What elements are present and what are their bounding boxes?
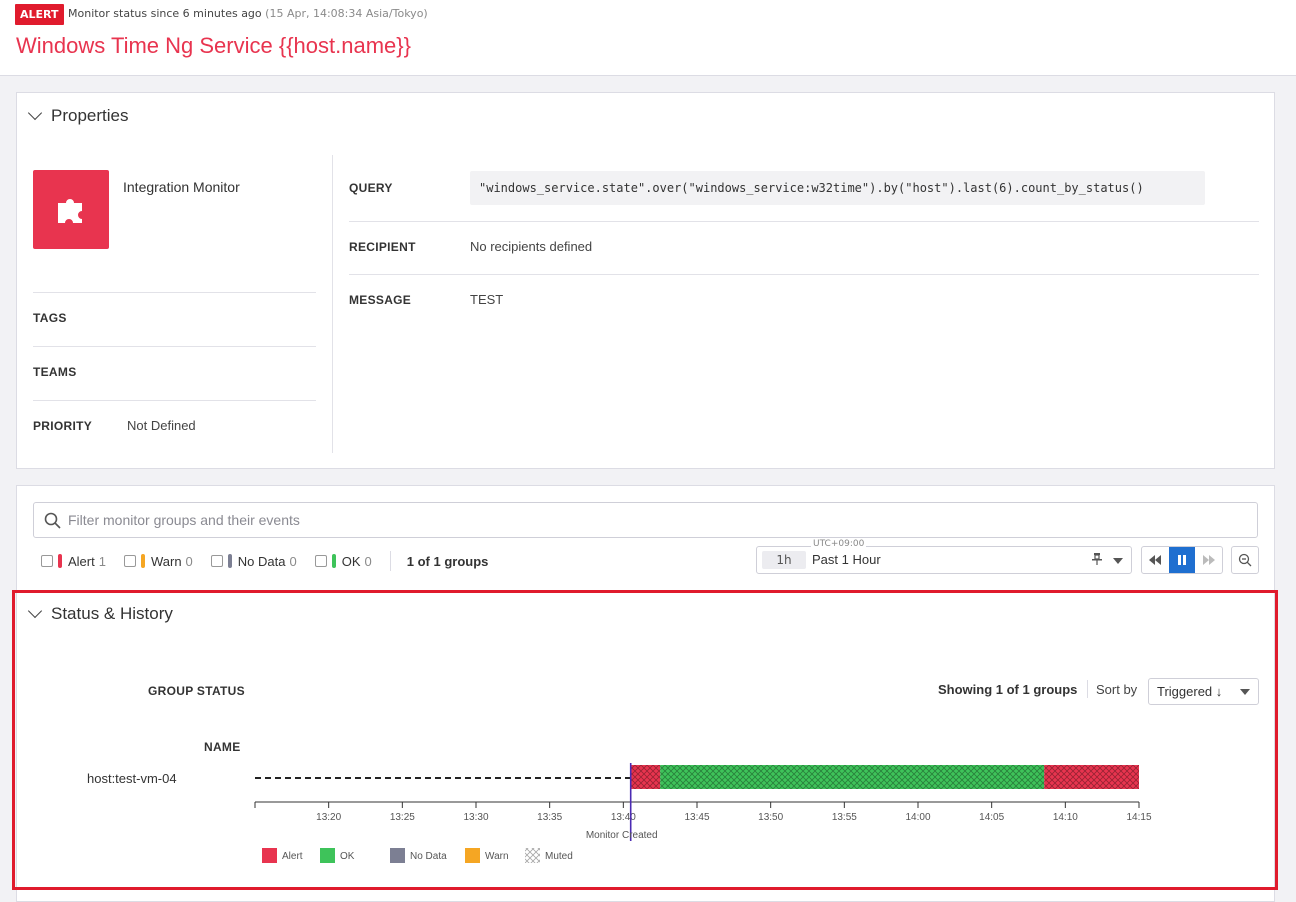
rewind-icon (1149, 555, 1162, 565)
tick-label: 14:15 (1126, 812, 1151, 823)
divider (349, 221, 1259, 222)
muted-overlay (660, 765, 1045, 789)
warn-color-swatch (140, 554, 145, 568)
tick-label: 13:35 (537, 812, 562, 823)
priority-label: PRIORITY (33, 419, 93, 433)
muted-overlay (1044, 765, 1139, 789)
alert-count: 1 (98, 553, 106, 569)
status-duration: Monitor status since 6 minutes ago (68, 7, 262, 20)
status-history-card: Status & History GROUP STATUS Showing 1 … (16, 590, 1275, 902)
recipient-value: No recipients defined (470, 239, 593, 254)
alert-color-swatch (58, 554, 62, 568)
divider (33, 400, 316, 401)
tick-label: 13:50 (758, 812, 783, 823)
tick-label: 14:10 (1053, 812, 1078, 823)
status-filters: Alert 1 Warn 0 No Data 0 OK 0 1 of 1 gro… (41, 551, 488, 571)
priority-value: Not Defined (127, 418, 196, 433)
puzzle-icon (33, 170, 109, 249)
message-value: TEST (470, 292, 504, 307)
warn-filter-checkbox[interactable] (123, 555, 136, 567)
ok-filter-label[interactable]: OK (342, 554, 361, 569)
legend-label-alert: Alert (282, 851, 303, 862)
tick-label: 13:45 (684, 812, 709, 823)
legend-label-muted: Muted (545, 851, 573, 862)
tick-label: 13:30 (463, 812, 488, 823)
tick-label: 13:20 (316, 812, 341, 823)
zoom-out-icon (1238, 553, 1252, 567)
page-title: Windows Time Ng Service {{host.name}} (16, 33, 411, 58)
ok-filter-checkbox[interactable] (314, 555, 327, 567)
fast-forward-button[interactable] (1195, 547, 1222, 573)
pause-icon (1178, 555, 1186, 565)
pause-button[interactable] (1168, 547, 1196, 573)
divider (33, 292, 316, 293)
time-range-label: Past 1 Hour (812, 552, 881, 567)
filter-card: Alert 1 Warn 0 No Data 0 OK 0 1 of 1 gro… (16, 485, 1275, 590)
properties-heading: Properties (51, 106, 129, 125)
time-picker[interactable]: UTC+09:00 1h Past 1 Hour (756, 539, 1132, 574)
legend-swatch-ok (320, 848, 335, 863)
legend-label-no-data: No Data (410, 851, 447, 862)
query-value[interactable]: "windows_service.state".over("windows_se… (470, 171, 1205, 205)
properties-toggle[interactable]: Properties (27, 105, 129, 126)
search-icon (44, 512, 61, 529)
ok-count: 0 (364, 553, 372, 569)
legend-swatch-muted (525, 848, 540, 863)
groups-count: 1 of 1 groups (406, 553, 489, 569)
status-badge: ALERT (15, 4, 64, 25)
muted-overlay (630, 765, 661, 789)
alert-filter-checkbox[interactable] (41, 555, 53, 567)
alert-filter-label[interactable]: Alert (68, 554, 95, 569)
monitor-header: ALERT Monitor status since 6 minutes ago… (0, 0, 1296, 76)
tick-label: 13:40 (611, 812, 636, 823)
nodata-filter-checkbox[interactable] (210, 555, 223, 567)
divider (332, 155, 333, 453)
message-label: MESSAGE (349, 293, 412, 307)
tick-label: 14:05 (979, 812, 1004, 823)
recipient-label: RECIPIENT (349, 240, 416, 254)
tick-label: 13:55 (832, 812, 857, 823)
tick-label: 14:00 (905, 812, 930, 823)
playback-controls (1141, 546, 1223, 574)
query-label: QUERY (349, 181, 393, 195)
monitor-type: Integration Monitor (123, 179, 240, 195)
search-input[interactable] (68, 510, 1168, 530)
pin-icon[interactable] (1091, 552, 1103, 566)
nodata-filter-label[interactable]: No Data (238, 554, 286, 569)
zoom-out-button[interactable] (1231, 546, 1259, 574)
nodata-count: 0 (289, 553, 297, 569)
legend-swatch-no-data (390, 848, 405, 863)
legend-swatch-warn (465, 848, 480, 863)
status-timestamp: (15 Apr, 14:08:34 Asia/Tokyo) (265, 7, 428, 20)
legend-swatch-alert (262, 848, 277, 863)
rewind-button[interactable] (1142, 547, 1169, 573)
status-since-text: Monitor status since 6 minutes ago (15 A… (68, 7, 428, 20)
warn-filter-label[interactable]: Warn (151, 554, 182, 569)
properties-card: Properties Integration Monitor TAGS TEAM… (16, 92, 1275, 469)
chevron-down-icon (27, 105, 43, 121)
ok-color-swatch (331, 554, 336, 568)
monitor-created-label: Monitor Created (586, 830, 658, 841)
legend-label-warn: Warn (485, 851, 509, 862)
time-range-short: 1h (762, 551, 806, 569)
teams-label: TEAMS (33, 365, 77, 379)
legend-label-ok: OK (340, 851, 355, 862)
caret-down-icon[interactable] (1113, 558, 1123, 564)
tick-label: 13:25 (390, 812, 415, 823)
divider (349, 274, 1259, 275)
search-box (33, 502, 1258, 538)
fast-forward-icon (1202, 555, 1215, 565)
status-timeline-chart: 13:20 13:25 13:30 13:35 13:40 13:45 13:50 13:55… (254, 763, 1152, 863)
divider (389, 551, 391, 571)
timezone-label: UTC+09:00 (811, 539, 867, 549)
divider (33, 346, 316, 347)
warn-count: 0 (185, 553, 193, 569)
tags-label: TAGS (33, 311, 67, 325)
nodata-color-swatch (227, 554, 232, 568)
